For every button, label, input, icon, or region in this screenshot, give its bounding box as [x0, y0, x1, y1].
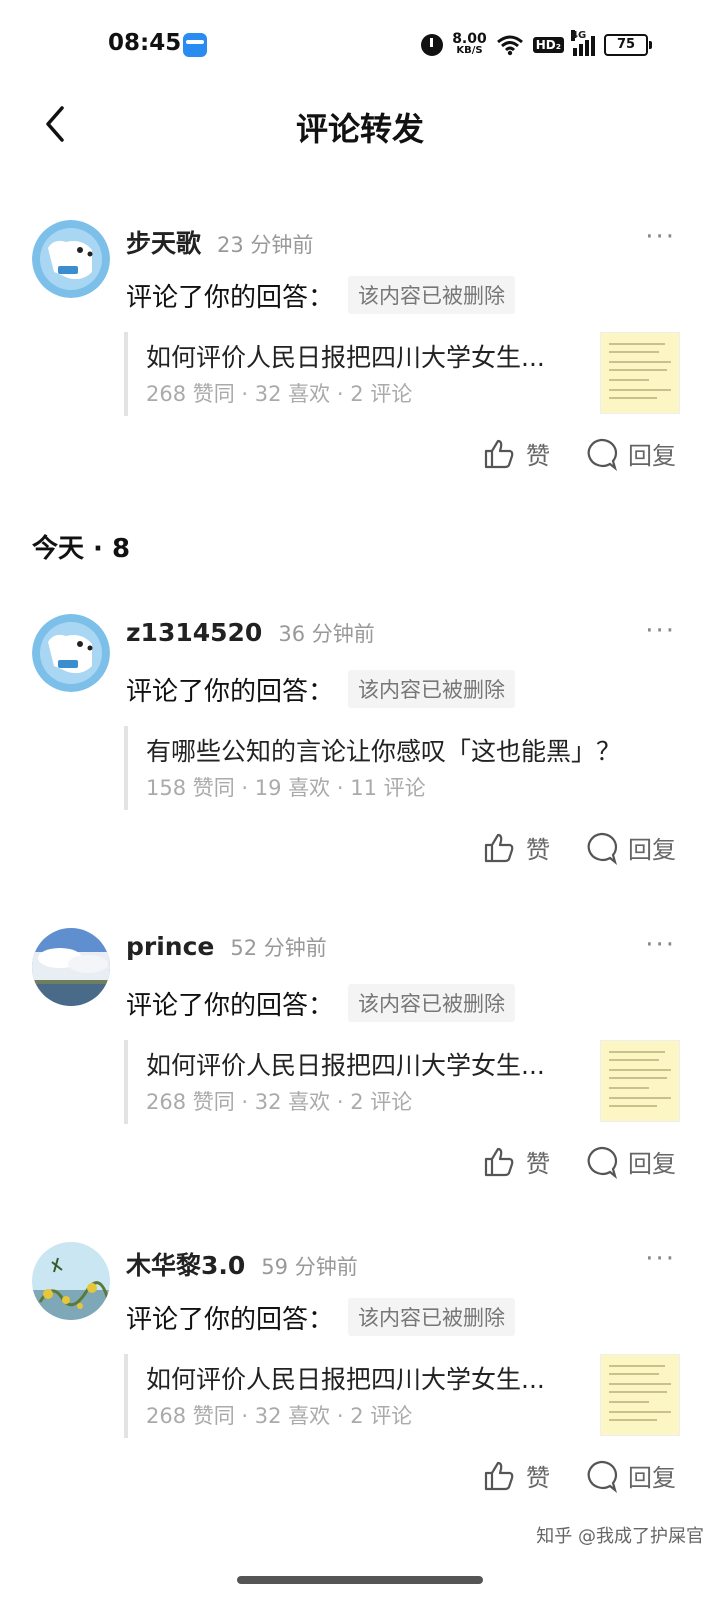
timestamp: 59 分钟前 [261, 1255, 358, 1279]
username[interactable]: prince [126, 932, 214, 961]
battery-level: 75 [604, 34, 648, 56]
comment-bubble-icon [587, 1460, 618, 1493]
timestamp: 36 分钟前 [278, 622, 375, 646]
comment-bubble-icon [587, 438, 618, 471]
deleted-comment-badge: 该内容已被删除 [348, 670, 516, 708]
status-bar: 08:45 8.00 KB/S HD₂ 4G 75 [0, 0, 720, 90]
deleted-comment-badge: 该内容已被删除 [348, 276, 516, 314]
avatar[interactable] [32, 614, 110, 692]
header: 评论转发 [0, 90, 720, 160]
page-title: 评论转发 [295, 110, 424, 148]
avatar[interactable] [32, 1242, 110, 1320]
reply-button[interactable]: 回复 [584, 436, 676, 471]
question-title: 如何评价人民日报把四川大学女生... [146, 1365, 545, 1394]
timestamp: 52 分钟前 [230, 936, 327, 960]
action-text: 评论了你的回答： [126, 1304, 335, 1335]
question-title: 如何评价人民日报把四川大学女生... [146, 343, 545, 372]
action-text: 评论了你的回答： [126, 990, 335, 1021]
deleted-comment-badge: 该内容已被删除 [348, 984, 516, 1022]
like-button[interactable]: 赞 [482, 1144, 550, 1179]
like-button[interactable]: 赞 [482, 1458, 550, 1493]
quoted-answer[interactable]: 如何评价人民日报把四川大学女生... 268 赞同 · 32 喜欢 · 2 评论 [124, 332, 680, 416]
username[interactable]: 木华黎3.0 [126, 1246, 245, 1282]
username[interactable]: 步天歌 [126, 224, 201, 260]
more-options-icon[interactable]: ··· [645, 930, 676, 960]
reply-button[interactable]: 回复 [584, 830, 676, 865]
quoted-answer[interactable]: 如何评价人民日报把四川大学女生... 268 赞同 · 32 喜欢 · 2 评论 [124, 1354, 680, 1438]
question-title: 如何评价人民日报把四川大学女生... [146, 1051, 545, 1080]
quoted-answer[interactable]: 有哪些公知的言论让你感叹「这也能黑」？ 158 赞同 · 19 喜欢 · 11 … [124, 726, 680, 810]
answer-thumbnail [600, 332, 680, 414]
like-button[interactable]: 赞 [482, 436, 550, 471]
question-title: 有哪些公知的言论让你感叹「这也能黑」？ [146, 737, 622, 766]
thumbs-up-icon [484, 1147, 514, 1176]
timestamp: 23 分钟前 [217, 233, 314, 257]
avatar[interactable] [32, 928, 110, 1006]
watermark: 知乎 @我成了护屎官 [536, 1526, 704, 1547]
like-button[interactable]: 赞 [482, 830, 550, 865]
answer-stats: 268 赞同 · 32 喜欢 · 2 评论 [146, 382, 413, 406]
quoted-answer[interactable]: 如何评价人民日报把四川大学女生... 268 赞同 · 32 喜欢 · 2 评论 [124, 1040, 680, 1124]
deleted-comment-badge: 该内容已被删除 [348, 1298, 516, 1336]
signal-icon: 4G [571, 30, 595, 56]
clock: 08:45 [108, 30, 182, 56]
more-options-icon[interactable]: ··· [645, 616, 676, 646]
comment-bubble-icon [587, 832, 618, 865]
comment-bubble-icon [587, 1146, 618, 1179]
wifi-icon [496, 35, 523, 56]
more-options-icon[interactable]: ··· [645, 222, 676, 252]
network-speed: 8.00 KB/S [452, 31, 487, 56]
more-options-icon[interactable]: ··· [645, 1244, 676, 1274]
action-text: 评论了你的回答： [126, 282, 335, 313]
section-header-today: 今天 · 8 [32, 534, 131, 564]
thumbs-up-icon [484, 1461, 514, 1490]
home-indicator[interactable] [237, 1576, 483, 1584]
answer-stats: 158 赞同 · 19 喜欢 · 11 评论 [146, 776, 426, 800]
reply-button[interactable]: 回复 [584, 1144, 676, 1179]
answer-thumbnail [600, 1354, 680, 1436]
thumbs-up-icon [484, 439, 514, 468]
avatar[interactable] [32, 220, 110, 298]
reply-button[interactable]: 回复 [584, 1458, 676, 1493]
battery-icon: 75 [604, 34, 652, 56]
hd-voice-icon: HD₂ [532, 37, 564, 53]
username[interactable]: z1314520 [126, 618, 262, 647]
answer-stats: 268 赞同 · 32 喜欢 · 2 评论 [146, 1404, 413, 1428]
answer-thumbnail [600, 1040, 680, 1122]
action-text: 评论了你的回答： [126, 676, 335, 707]
thumbs-up-icon [484, 833, 514, 862]
alarm-icon [421, 34, 444, 56]
app-notification-icon [183, 33, 207, 57]
answer-stats: 268 赞同 · 32 喜欢 · 2 评论 [146, 1090, 413, 1114]
